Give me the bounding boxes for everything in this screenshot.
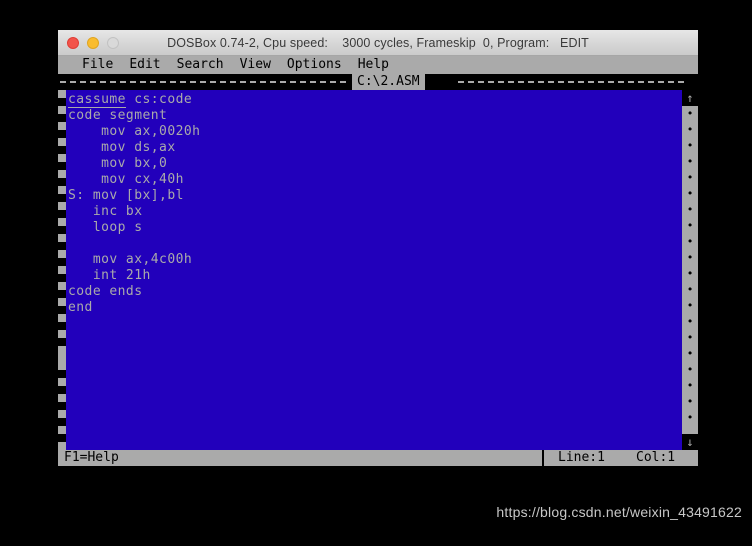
code-line[interactable]: code ends: [66, 284, 682, 300]
scroll-up-arrow-icon[interactable]: ↑: [682, 90, 698, 106]
code-line[interactable]: loop s: [66, 220, 682, 236]
menu-item-search[interactable]: Search: [169, 56, 232, 74]
scrollbar-track-cell[interactable]: •: [682, 282, 698, 298]
editor-body: cassume cs:code code segment mov ax,0020…: [58, 90, 698, 450]
scrollbar-track-cell[interactable]: •: [682, 138, 698, 154]
scrollbar-track-cell[interactable]: •: [682, 218, 698, 234]
menu-bar: File Edit Search View Options Help: [58, 56, 698, 74]
scrollbar-track-cell[interactable]: •: [682, 122, 698, 138]
code-line[interactable]: end: [66, 300, 682, 316]
status-line-number: Line:1: [558, 450, 605, 465]
code-line[interactable]: mov ax,4c00h: [66, 252, 682, 268]
vertical-scrollbar-track[interactable]: • • • • • • • • • • • • • • • • • • • •: [682, 106, 698, 434]
status-column-number: Col:1: [636, 450, 676, 465]
menu-item-options[interactable]: Options: [279, 56, 350, 74]
scrollbar-track-cell[interactable]: •: [682, 234, 698, 250]
code-line[interactable]: mov ds,ax: [66, 140, 682, 156]
menu-item-file[interactable]: File: [74, 56, 121, 74]
status-bar: F1=Help Line:1 Col:1: [58, 450, 698, 466]
scrollbar-track-cell[interactable]: •: [682, 298, 698, 314]
document-frame-top: C:\2.ASM: [58, 74, 698, 90]
code-line[interactable]: int 21h: [66, 268, 682, 284]
scroll-thumb-left[interactable]: [58, 346, 66, 362]
frame-rule-right: [458, 81, 686, 83]
cursor-word: cassume: [68, 92, 126, 108]
scrollbar-track-cell[interactable]: •: [682, 202, 698, 218]
code-text-area[interactable]: cassume cs:code code segment mov ax,0020…: [66, 90, 682, 450]
scrollbar-track-cell[interactable]: •: [682, 154, 698, 170]
scrollbar-track-cell[interactable]: •: [682, 362, 698, 378]
status-help-hint[interactable]: F1=Help: [64, 450, 119, 466]
code-line[interactable]: S: mov [bx],bl: [66, 188, 682, 204]
window-titlebar[interactable]: DOSBox 0.74-2, Cpu speed: 3000 cycles, F…: [58, 30, 698, 56]
zoom-button: [107, 36, 119, 49]
close-button[interactable]: [67, 36, 79, 49]
scrollbar-track-cell[interactable]: •: [682, 250, 698, 266]
watermark-url: https://blog.csdn.net/weixin_43491622: [496, 504, 742, 520]
frame-rule-left: [60, 81, 350, 83]
window-title: DOSBox 0.74-2, Cpu speed: 3000 cycles, F…: [167, 35, 589, 50]
document-title: C:\2.ASM: [352, 74, 425, 90]
menu-item-edit[interactable]: Edit: [121, 56, 168, 74]
scrollbar-track-cell[interactable]: •: [682, 394, 698, 410]
scrollbar-track-cell[interactable]: •: [682, 106, 698, 122]
scrollbar-track-cell[interactable]: •: [682, 266, 698, 282]
code-line[interactable]: mov ax,0020h: [66, 124, 682, 140]
dosbox-window: DOSBox 0.74-2, Cpu speed: 3000 cycles, F…: [58, 30, 698, 466]
code-line[interactable]: mov cx,40h: [66, 172, 682, 188]
minimize-button[interactable]: [87, 36, 99, 49]
scrollbar-track-cell[interactable]: •: [682, 346, 698, 362]
code-line[interactable]: code segment: [66, 108, 682, 124]
horizontal-scroll-gutter[interactable]: [58, 90, 66, 450]
scrollbar-track-cell[interactable]: •: [682, 170, 698, 186]
code-line-rest: cs:code: [125, 92, 193, 107]
menu-item-help[interactable]: Help: [350, 56, 397, 74]
vertical-scrollbar[interactable]: ↑ • • • • • • • • • • • • • • • • • • • • ↓: [682, 90, 698, 450]
code-line[interactable]: cassume cs:code: [66, 92, 682, 108]
scrollbar-track-cell[interactable]: •: [682, 330, 698, 346]
code-line[interactable]: inc bx: [66, 204, 682, 220]
dos-screen: File Edit Search View Options Help C:\2.…: [58, 56, 698, 466]
scrollbar-track-cell[interactable]: •: [682, 378, 698, 394]
scroll-down-arrow-icon[interactable]: ↓: [682, 434, 698, 450]
status-separator: [542, 450, 544, 466]
scrollbar-track-cell[interactable]: •: [682, 314, 698, 330]
scrollbar-track-cell[interactable]: •: [682, 410, 698, 426]
code-line[interactable]: [66, 236, 682, 252]
code-line[interactable]: mov bx,0: [66, 156, 682, 172]
scrollbar-track-cell[interactable]: •: [682, 186, 698, 202]
traffic-light-group: [58, 36, 119, 49]
menu-item-view[interactable]: View: [232, 56, 279, 74]
